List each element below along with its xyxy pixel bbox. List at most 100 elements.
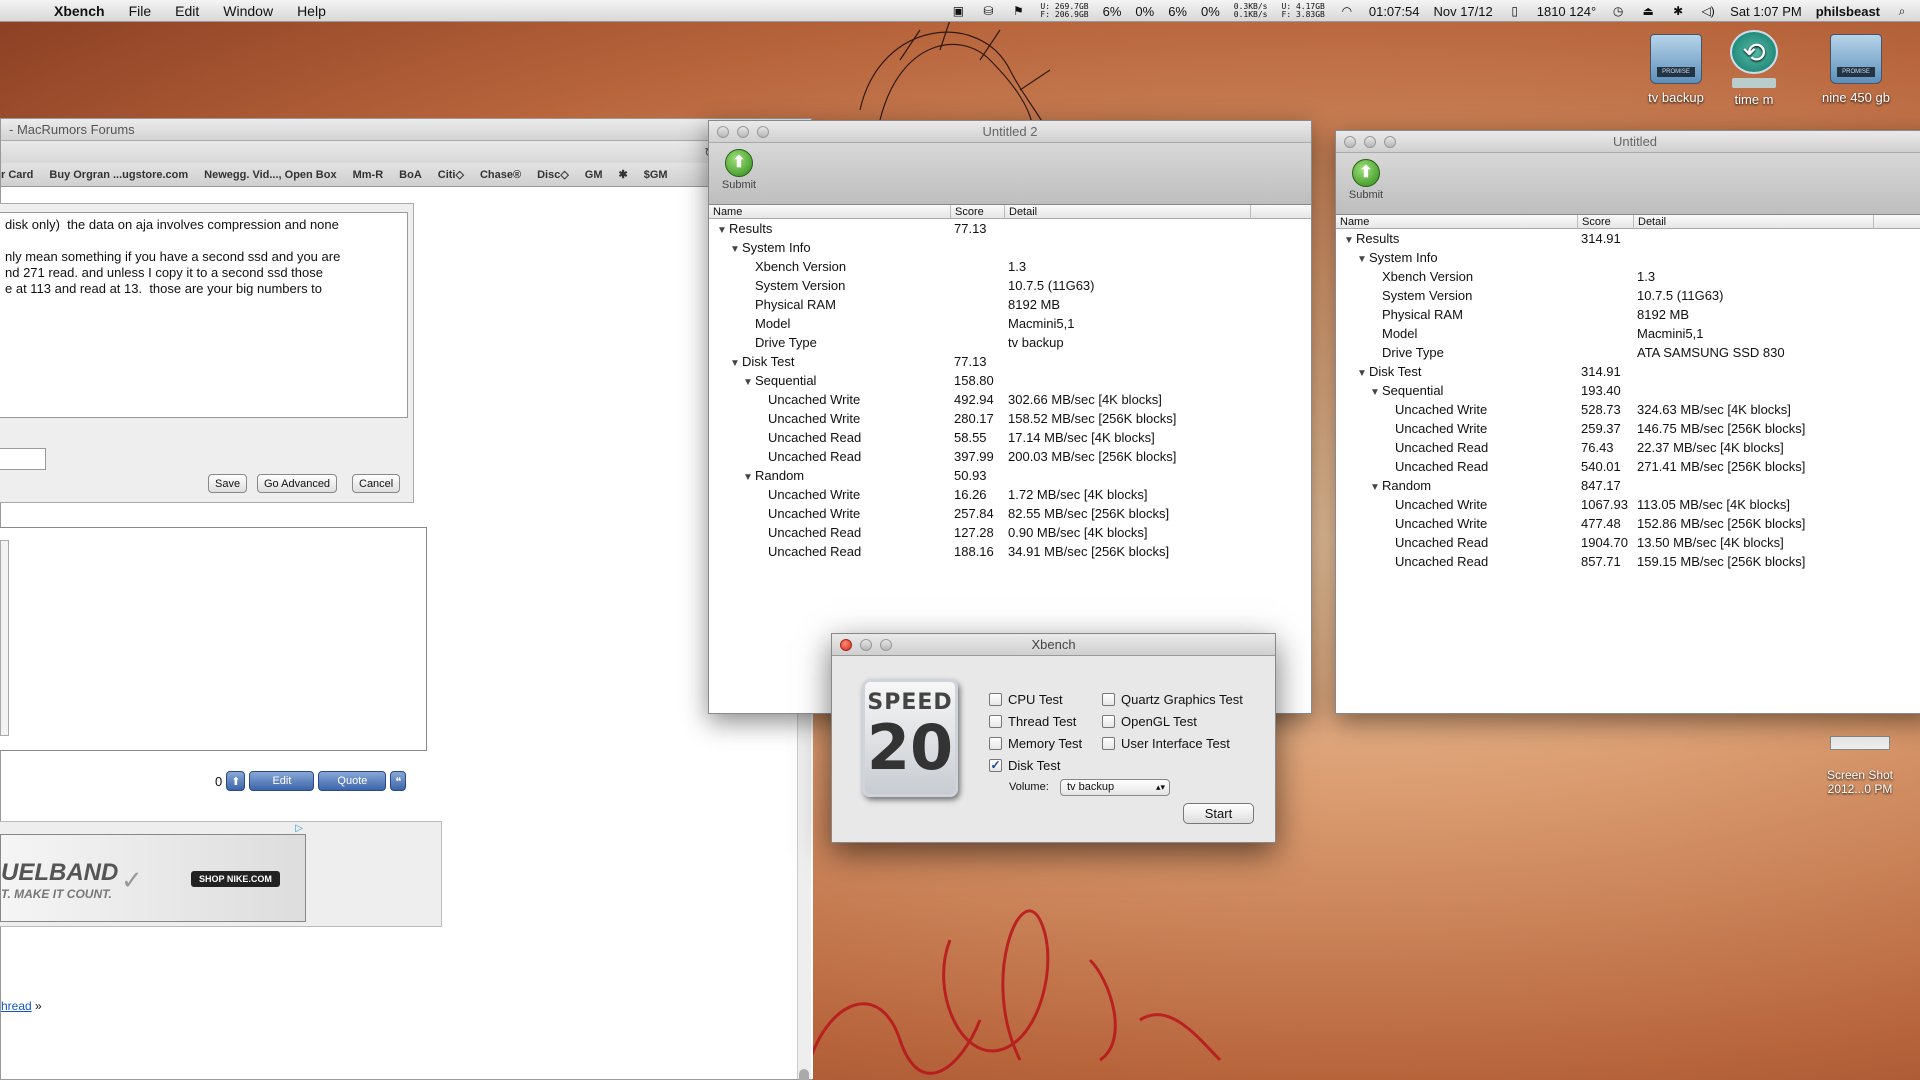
sensor-icon[interactable]: ⚑	[1010, 4, 1026, 18]
zoom-icon[interactable]	[1384, 136, 1396, 148]
result-row[interactable]: Model Macmini5,1	[709, 314, 1311, 333]
cancel-button[interactable]: Cancel	[352, 474, 401, 493]
multi-quote-icon[interactable]: ❝	[390, 771, 407, 791]
result-row[interactable]: Uncached Write 280.17 158.52 MB/sec [256K …	[709, 409, 1311, 428]
result-row[interactable]: Uncached Write 492.94 302.66 MB/sec [4K bl…	[709, 390, 1311, 409]
bookmark-item[interactable]: BoA	[399, 169, 422, 181]
eject-icon[interactable]: ⏏	[1640, 4, 1656, 18]
result-row[interactable]: Uncached Read 857.71 159.15 MB/sec [256K b…	[1336, 552, 1920, 571]
bookmark-item[interactable]: Disc◇	[537, 168, 569, 181]
desktop-icon-screenshot[interactable]: Screen Shot 2012...0 PM	[1810, 722, 1910, 796]
bookmark-item[interactable]: r Card	[1, 169, 33, 181]
result-row[interactable]: Physical RAM 8192 MB	[1336, 305, 1920, 324]
minimize-icon[interactable]	[860, 639, 872, 651]
result-row[interactable]: Uncached Read 540.01 271.41 MB/sec [256K b…	[1336, 457, 1920, 476]
bookmark-item[interactable]: Newegg. Vid..., Open Box	[204, 169, 336, 181]
result-row[interactable]: Uncached Read 1904.70 13.50 MB/sec [4K blo…	[1336, 533, 1920, 552]
bookmark-item[interactable]: Mm-R	[353, 169, 384, 181]
result-row[interactable]: Uncached Write 477.48 152.86 MB/sec [256K …	[1336, 514, 1920, 533]
result-row[interactable]: System Version 10.7.5 (11G63)	[709, 276, 1311, 295]
small-text-input[interactable]	[0, 448, 46, 470]
result-row[interactable]: System Version 10.7.5 (11G63)	[1336, 286, 1920, 305]
cpu-test-checkbox[interactable]: CPU Test	[989, 692, 1063, 707]
bookmark-item[interactable]: $GM	[644, 169, 668, 181]
result-row[interactable]: Model Macmini5,1	[1336, 324, 1920, 343]
upvote-icon[interactable]: ⬆	[226, 771, 246, 791]
result-row[interactable]: ▼ Random 847.17	[1336, 476, 1920, 495]
address-bar[interactable]: ↻	[1, 141, 811, 163]
result-row[interactable]: Physical RAM 8192 MB	[709, 295, 1311, 314]
sensor-readout[interactable]: 1810 124°	[1537, 4, 1596, 19]
disk-icon[interactable]: ⛁	[980, 4, 996, 18]
memory-usage[interactable]: U: 4.17GB F: 3.83GB	[1282, 3, 1325, 19]
cpu-1[interactable]: 6%	[1103, 4, 1122, 19]
result-row[interactable]: ▼ System Info	[1336, 248, 1920, 267]
go-advanced-button[interactable]: Go Advanced	[257, 474, 338, 493]
result-row[interactable]: ▼ Sequential 158.80	[709, 371, 1311, 390]
close-icon[interactable]	[1344, 136, 1356, 148]
thread-test-checkbox[interactable]: Thread Test	[989, 714, 1076, 729]
column-detail[interactable]: Detail	[1005, 205, 1251, 219]
submit-button[interactable]: ⬆ Submit	[717, 149, 761, 191]
quartz-graphics-test-checkbox[interactable]: Quartz Graphics Test	[1102, 692, 1243, 707]
menu-edit[interactable]: Edit	[175, 3, 199, 19]
column-score[interactable]: Score	[1578, 215, 1634, 229]
bookmark-item[interactable]: Chase®	[480, 169, 521, 181]
desktop-icon-time-machine[interactable]: ⟲ time m	[1704, 30, 1804, 107]
result-row[interactable]: Uncached Write 257.84 82.55 MB/sec [256K b…	[709, 504, 1311, 523]
message-textarea[interactable]: disk only) the data on aja involves comp…	[0, 212, 408, 418]
opengl-test-checkbox[interactable]: OpenGL Test	[1102, 714, 1197, 729]
bookmark-item[interactable]: Buy Orgran ...ugstore.com	[49, 169, 188, 181]
result-row[interactable]: Drive Type ATA SAMSUNG SSD 830	[1336, 343, 1920, 362]
clock[interactable]: Sat 1:07 PM	[1730, 4, 1802, 19]
network-rate[interactable]: 0.3KB/s 0.1KB/s	[1234, 3, 1268, 19]
result-row[interactable]: Uncached Read 127.28 0.90 MB/sec [4K block…	[709, 523, 1311, 542]
result-row[interactable]: Uncached Read 397.99 200.03 MB/sec [256K b…	[709, 447, 1311, 466]
close-icon[interactable]	[840, 639, 852, 651]
volume-select[interactable]: tv backup ▴▾	[1060, 779, 1170, 796]
adchoices-icon[interactable]: ▷	[295, 823, 303, 834]
result-row[interactable]: ▼ Sequential 193.40	[1336, 381, 1920, 400]
bookmark-item[interactable]: Citi◇	[438, 168, 464, 181]
submit-button[interactable]: ⬆ Submit	[1344, 159, 1388, 201]
user-interface-test-checkbox[interactable]: User Interface Test	[1102, 736, 1230, 751]
bookmark-item[interactable]: GM	[585, 169, 603, 181]
memory-test-checkbox[interactable]: Memory Test	[989, 736, 1082, 751]
column-name[interactable]: Name	[709, 205, 951, 219]
result-row[interactable]: ▼ Disk Test 314.91	[1336, 362, 1920, 381]
result-row[interactable]: Uncached Read 58.55 17.14 MB/sec [4K block…	[709, 428, 1311, 447]
cpu-3[interactable]: 6%	[1168, 4, 1187, 19]
ad-shop-button[interactable]: SHOP NIKE.COM	[191, 871, 280, 887]
close-icon[interactable]	[717, 126, 729, 138]
result-row[interactable]: Uncached Write 16.26 1.72 MB/sec [4K block…	[709, 485, 1311, 504]
result-row[interactable]: Uncached Read 76.43 22.37 MB/sec [4K block…	[1336, 438, 1920, 457]
edit-button[interactable]: Edit	[249, 771, 315, 791]
result-row[interactable]: Drive Type tv backup	[709, 333, 1311, 352]
date[interactable]: Nov 17/12	[1433, 4, 1492, 19]
column-score[interactable]: Score	[951, 205, 1005, 219]
battery-icon[interactable]: ▯	[1507, 4, 1523, 18]
result-row[interactable]: Uncached Write 1067.93 113.05 MB/sec [4K b…	[1336, 495, 1920, 514]
zoom-icon[interactable]	[880, 639, 892, 651]
result-row[interactable]: ▼ Results 77.13	[709, 219, 1311, 238]
desktop-icon-nine[interactable]: PROMISE nine 450 gb	[1806, 34, 1906, 105]
cpu-2[interactable]: 0%	[1135, 4, 1154, 19]
spotlight-icon[interactable]: ⌕	[1894, 4, 1910, 18]
result-row[interactable]: ▼ Results 314.91	[1336, 229, 1920, 248]
thread-link[interactable]: hread	[1, 999, 32, 1013]
start-button[interactable]: Start	[1183, 803, 1254, 824]
result-row[interactable]: ▼ Disk Test 77.13	[709, 352, 1311, 371]
result-row[interactable]: Uncached Read 188.16 34.91 MB/sec [256K bl…	[709, 542, 1311, 561]
scroll-thumb[interactable]	[799, 1069, 809, 1080]
menu-window[interactable]: Window	[223, 3, 273, 19]
bluetooth-icon[interactable]: ✱	[1670, 4, 1686, 18]
result-row[interactable]: Uncached Write 528.73 324.63 MB/sec [4K bl…	[1336, 400, 1920, 419]
zoom-icon[interactable]	[757, 126, 769, 138]
app-menu[interactable]: Xbench	[54, 3, 105, 19]
minimize-icon[interactable]	[737, 126, 749, 138]
menu-file[interactable]: File	[129, 3, 152, 19]
menu-help[interactable]: Help	[297, 3, 326, 19]
disk-test-checkbox[interactable]: ✓ Disk Test	[989, 758, 1061, 773]
disk-usage[interactable]: U: 269.7GB F: 206.9GB	[1040, 3, 1088, 19]
cpu-4[interactable]: 0%	[1201, 4, 1220, 19]
